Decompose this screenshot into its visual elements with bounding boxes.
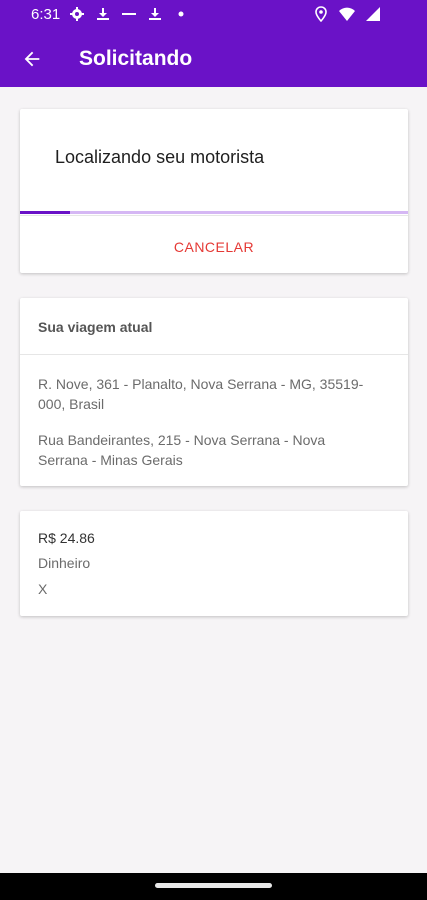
back-button[interactable] — [16, 43, 48, 75]
cancel-button[interactable]: CANCELAR — [20, 229, 408, 265]
status-time: 6:31 — [31, 6, 61, 23]
locating-message: Localizando seu motorista — [55, 147, 265, 167]
download-icon — [97, 8, 109, 20]
status-icons-left — [69, 6, 189, 22]
origin-address: R. Nove, 361 - Planalto, Nova Serrana - … — [38, 376, 364, 412]
page-title: Solicitando — [79, 47, 193, 70]
arrow-left-icon — [24, 51, 40, 67]
card-divider — [20, 354, 408, 355]
current-trip-card: Sua viagem atual R. Nove, 361 - Planalto… — [20, 298, 408, 486]
driver-search-card: Localizando seu motorista CANCELAR — [20, 109, 408, 273]
destination-address: Rua Bandeirantes, 215 - Nova Serrana - N… — [38, 432, 326, 468]
payment-extra: X — [38, 581, 48, 597]
status-bar: 6:31 — [0, 0, 427, 31]
dot-icon — [178, 11, 184, 17]
payment-method: Dinheiro — [38, 555, 91, 571]
card-divider — [20, 215, 408, 216]
payment-card: R$ 24.86 Dinheiro X — [20, 511, 408, 616]
app-bar: Solicitando — [0, 31, 427, 87]
download-icon — [149, 8, 161, 20]
search-progress-fill — [20, 211, 71, 214]
home-gesture-handle[interactable] — [155, 883, 272, 888]
signal-icon — [366, 7, 380, 21]
search-progress-bar — [20, 211, 408, 214]
status-icons-right — [313, 6, 381, 22]
trip-price: R$ 24.86 — [38, 530, 95, 546]
wifi-icon — [339, 7, 355, 21]
gear-icon — [70, 7, 84, 21]
system-nav-bar — [0, 873, 427, 900]
minus-icon — [122, 13, 136, 15]
location-icon — [315, 6, 327, 22]
trip-heading: Sua viagem atual — [38, 319, 153, 335]
